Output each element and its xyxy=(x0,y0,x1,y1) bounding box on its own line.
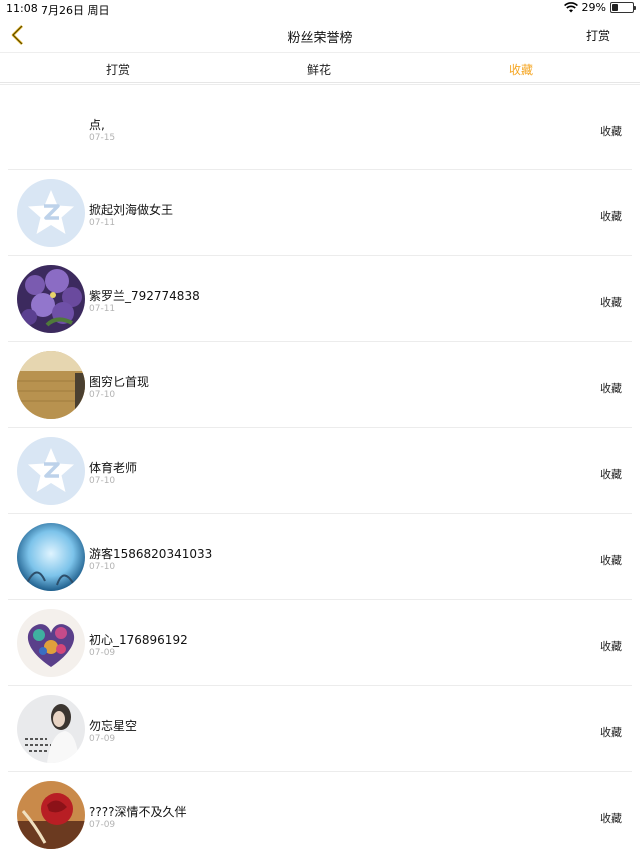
list-item[interactable]: 游客1586820341033 07-10 收藏 xyxy=(0,514,640,600)
favorite-button[interactable]: 收藏 xyxy=(600,466,622,482)
girl-calligraphy-photo xyxy=(17,695,85,763)
status-indicators: 29% xyxy=(563,1,636,14)
favorite-button[interactable]: 收藏 xyxy=(600,380,622,396)
tip-button[interactable]: 打赏 xyxy=(586,27,610,44)
fan-date: 07-10 xyxy=(89,390,116,400)
avatar xyxy=(17,523,85,591)
qq-star-avatar-icon xyxy=(17,437,85,505)
list-item[interactable]: ????深情不及久伴 07-09 收藏 xyxy=(0,772,640,853)
favorite-button[interactable]: 收藏 xyxy=(600,552,622,568)
fan-name: 勿忘星空 xyxy=(89,719,138,733)
fan-name: 游客1586820341033 xyxy=(89,547,213,561)
fan-list: 点, 07-15 收藏 掀起刘海做女王 07-11 收藏 紫罗兰_7927748… xyxy=(0,84,640,853)
avatar xyxy=(17,351,85,419)
list-item[interactable]: 掀起刘海做女王 07-11 收藏 xyxy=(0,170,640,256)
tab-flowers[interactable]: 鲜花 xyxy=(307,61,331,78)
avatar xyxy=(17,265,85,333)
list-item[interactable]: 体育老师 07-10 收藏 xyxy=(0,428,640,514)
fan-name: 掀起刘海做女王 xyxy=(89,203,174,217)
blue-moon-photo xyxy=(17,523,85,591)
favorite-button[interactable]: 收藏 xyxy=(600,810,622,826)
favorite-button[interactable]: 收藏 xyxy=(600,294,622,310)
wifi-icon xyxy=(563,2,578,13)
fan-name: 紫罗兰_792774838 xyxy=(89,289,200,303)
list-item[interactable]: 初心_176896192 07-09 收藏 xyxy=(0,600,640,686)
tab-favorites[interactable]: 收藏 xyxy=(509,61,533,78)
red-rose-photo xyxy=(17,781,85,849)
status-date: 7月26日 周日 xyxy=(41,4,110,17)
nav-bar: 粉丝荣誉榜 打赏 xyxy=(0,18,640,53)
fan-name: 初心_176896192 xyxy=(89,633,188,647)
favorite-button[interactable]: 收藏 xyxy=(600,638,622,654)
tab-bar: 打赏 鲜花 收藏 xyxy=(0,54,640,83)
fan-name: ????深情不及久伴 xyxy=(89,805,187,819)
fan-date: 07-09 xyxy=(89,648,116,658)
favorite-button[interactable]: 收藏 xyxy=(600,724,622,740)
avatar xyxy=(17,781,85,849)
avatar xyxy=(17,179,85,247)
list-item[interactable]: 勿忘星空 07-09 收藏 xyxy=(0,686,640,772)
list-item[interactable]: 图穷匕首现 07-10 收藏 xyxy=(0,342,640,428)
fan-name: 体育老师 xyxy=(89,461,138,475)
fan-date: 07-10 xyxy=(89,476,116,486)
status-time: 11:08 xyxy=(6,2,38,15)
battery-percent: 29% xyxy=(581,1,606,14)
fan-name: 图穷匕首现 xyxy=(89,375,150,389)
favorite-button[interactable]: 收藏 xyxy=(600,208,622,224)
list-item[interactable]: 点, 07-15 收藏 xyxy=(0,84,640,170)
fan-date: 07-09 xyxy=(89,734,116,744)
fan-date: 07-11 xyxy=(89,304,116,314)
avatar xyxy=(17,437,85,505)
tab-tip[interactable]: 打赏 xyxy=(106,61,130,78)
avatar xyxy=(17,695,85,763)
fan-date: 07-15 xyxy=(89,133,116,143)
battery-fill xyxy=(612,4,618,11)
qq-star-avatar-icon xyxy=(17,179,85,247)
battery-icon xyxy=(610,2,636,13)
fan-name: 点, xyxy=(89,118,105,132)
fan-date: 07-09 xyxy=(89,820,116,830)
fan-date: 07-10 xyxy=(89,562,116,572)
favorite-button[interactable]: 收藏 xyxy=(600,123,622,139)
colorful-heart-photo xyxy=(17,609,85,677)
fan-date: 07-11 xyxy=(89,218,116,228)
purple-flowers-photo xyxy=(17,265,85,333)
list-item[interactable]: 紫罗兰_792774838 07-11 收藏 xyxy=(0,256,640,342)
status-bar: 11:08 7月26日 周日 29% xyxy=(0,0,640,18)
avatar xyxy=(17,609,85,677)
golden-field-photo xyxy=(17,351,85,419)
page-title: 粉丝荣誉榜 xyxy=(287,31,353,46)
